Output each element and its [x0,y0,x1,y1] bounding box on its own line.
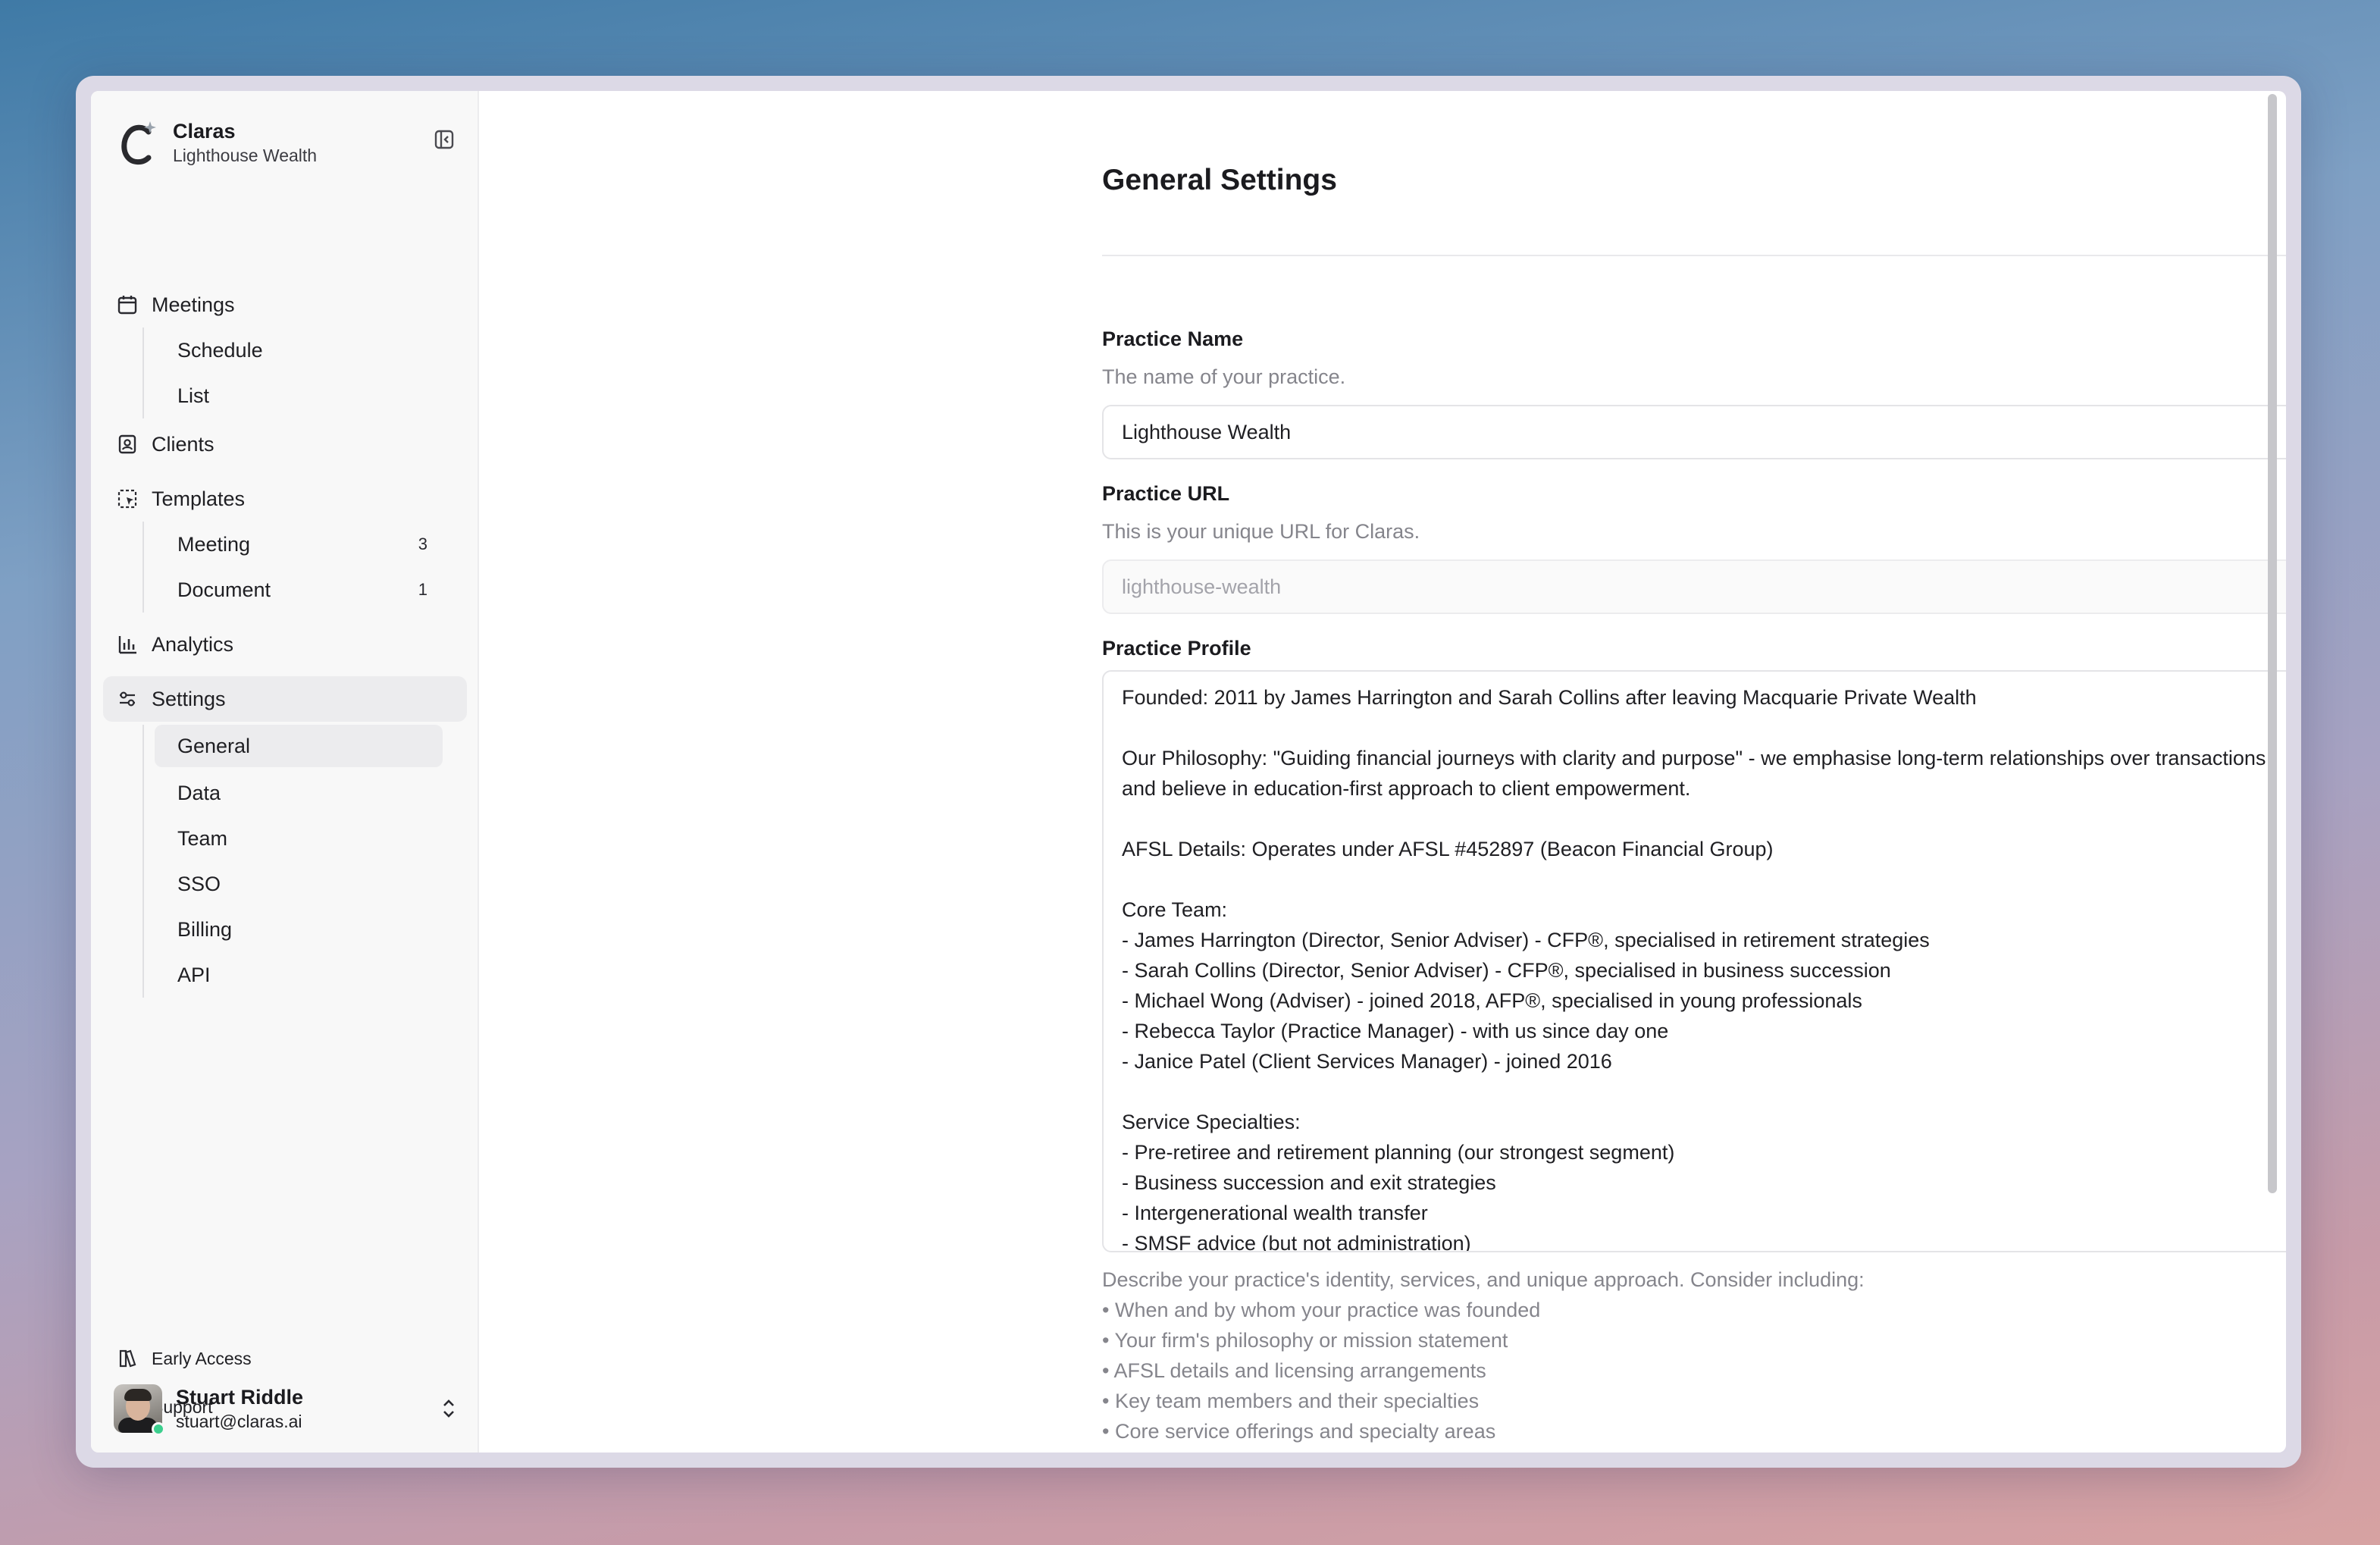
sidebar-item-meeting-templates[interactable]: Meeting 3 [155,522,443,567]
sidebar-item-templates[interactable]: Templates [103,476,467,522]
profile-line: - SMSF advice (but not administration) [1122,1232,1471,1252]
count-badge: 1 [418,580,427,599]
contact-card-icon [115,432,139,456]
sidebar-item-label: Settings [152,687,226,710]
profile-line: - Sarah Collins (Director, Senior Advise… [1122,959,1891,982]
profile-line: and believe in education-first approach … [1122,777,1691,800]
hint-line: • Key team members and their specialties [1102,1390,1480,1412]
main-content: General Settings Practice Name The name … [479,91,2286,1453]
practice-profile-label: Practice Profile [1102,637,1251,660]
sidebar-item-data[interactable]: Data [155,770,443,816]
profile-line [1122,804,2286,834]
profile-line [1122,713,2286,743]
early-access-label: Early Access [152,1348,252,1368]
practice-name-label: Practice Name [1102,327,1244,350]
claras-logo [118,118,158,167]
sidebar-item-document-templates[interactable]: Document 1 [155,567,443,613]
app-window: Claras Lighthouse Wealth Meetings Schedu… [76,76,2301,1468]
sidebar-collapse-icon[interactable] [431,126,458,153]
template-select-icon [115,487,139,511]
book-icon [115,1346,139,1371]
sidebar-item-label: Meetings [152,293,235,316]
sidebar-item-label: Clients [152,432,215,456]
profile-line: - Pre-retiree and retirement planning (o… [1122,1141,1675,1164]
sidebar-nav: Meetings Schedule List Clients Templates… [103,282,467,998]
page-scrollbar[interactable] [2265,94,2280,1443]
sliders-icon [115,687,139,711]
profile-line: - Rebecca Taylor (Practice Manager) - wi… [1122,1020,1669,1042]
avatar [114,1384,165,1436]
profile-line: - Intergenerational wealth transfer [1122,1202,1428,1224]
brand: Claras Lighthouse Wealth [118,118,317,167]
sidebar-item-list[interactable]: List [155,373,443,418]
bar-chart-icon [115,632,139,657]
user-email: stuart@claras.ai [176,1412,302,1431]
practice-url-description: This is your unique URL for Claras. [1102,520,1420,543]
profile-line: AFSL Details: Operates under AFSL #45289… [1122,838,1774,860]
hint-line: Describe your practice's identity, servi… [1102,1268,1865,1291]
meetings-submenu: Schedule List [142,327,467,418]
sidebar-item-settings[interactable]: Settings [103,676,467,722]
hint-line: • Core service offerings and specialty a… [1102,1420,1496,1443]
online-status-dot [152,1422,165,1436]
chevron-up-down-icon[interactable] [435,1395,462,1422]
sidebar-item-label: Templates [152,487,246,510]
profile-line: Founded: 2011 by James Harrington and Sa… [1122,686,1977,709]
hint-line: • Your firm's philosophy or mission stat… [1102,1329,1508,1352]
profile-line: - Michael Wong (Adviser) - joined 2018, … [1122,989,1862,1012]
sidebar-item-billing[interactable]: Billing [155,907,443,952]
profile-line [1122,864,2286,895]
practice-url-label: Practice URL [1102,482,1230,505]
practice-profile-text: Founded: 2011 by James Harrington and Sa… [1122,682,2286,1252]
sidebar-item-sso[interactable]: SSO [155,861,443,907]
calendar-icon [115,293,139,317]
early-access-link[interactable]: Early Access [115,1334,252,1383]
sidebar-item-analytics[interactable]: Analytics [103,622,467,667]
user-name: Stuart Riddle [176,1386,304,1409]
app-frame: Claras Lighthouse Wealth Meetings Schedu… [91,91,2286,1453]
profile-line: Our Philosophy: "Guiding financial journ… [1122,747,2266,769]
profile-line: - James Harrington (Director, Senior Adv… [1122,929,1930,951]
sidebar-item-label: Analytics [152,632,234,656]
user-menu[interactable]: Stuart Riddle stuart@claras.ai [114,1380,462,1437]
profile-line: Service Specialties: [1122,1111,1301,1133]
brand-name: Claras [173,120,236,143]
practice-name-description: The name of your practice. [1102,365,1346,388]
practice-name-input[interactable]: Lighthouse Wealth [1102,405,2286,459]
sidebar-item-team[interactable]: Team [155,816,443,861]
brand-org: Lighthouse Wealth [173,146,318,165]
practice-profile-hints: Describe your practice's identity, servi… [1102,1265,1865,1446]
sidebar-item-schedule[interactable]: Schedule [155,327,443,373]
sidebar-item-clients[interactable]: Clients [103,422,467,467]
hint-line: • AFSL details and licensing arrangement… [1102,1359,1486,1382]
sidebar: Claras Lighthouse Wealth Meetings Schedu… [91,91,479,1453]
profile-line [1122,1076,2286,1107]
sidebar-item-general[interactable]: General [155,725,443,767]
sidebar-item-label: Meeting [177,532,251,556]
sidebar-item-meetings[interactable]: Meetings [103,282,467,327]
settings-submenu: General Data Team SSO Billing API [142,725,467,998]
practice-profile-textarea[interactable]: Founded: 2011 by James Harrington and Sa… [1102,670,2286,1252]
profile-line: - Janice Patel (Client Services Manager)… [1122,1050,1612,1073]
hint-line: • When and by whom your practice was fou… [1102,1299,1541,1321]
profile-line: - Business succession and exit strategie… [1122,1171,1496,1194]
templates-submenu: Meeting 3 Document 1 [142,522,467,613]
page-title: General Settings [1102,164,1337,196]
divider [1102,255,2286,256]
count-badge: 3 [418,534,427,553]
sidebar-item-label: Document [177,578,271,601]
practice-url-input[interactable]: lighthouse-wealth [1102,559,2286,614]
profile-line: Core Team: [1122,898,1228,921]
sidebar-item-api[interactable]: API [155,952,443,998]
